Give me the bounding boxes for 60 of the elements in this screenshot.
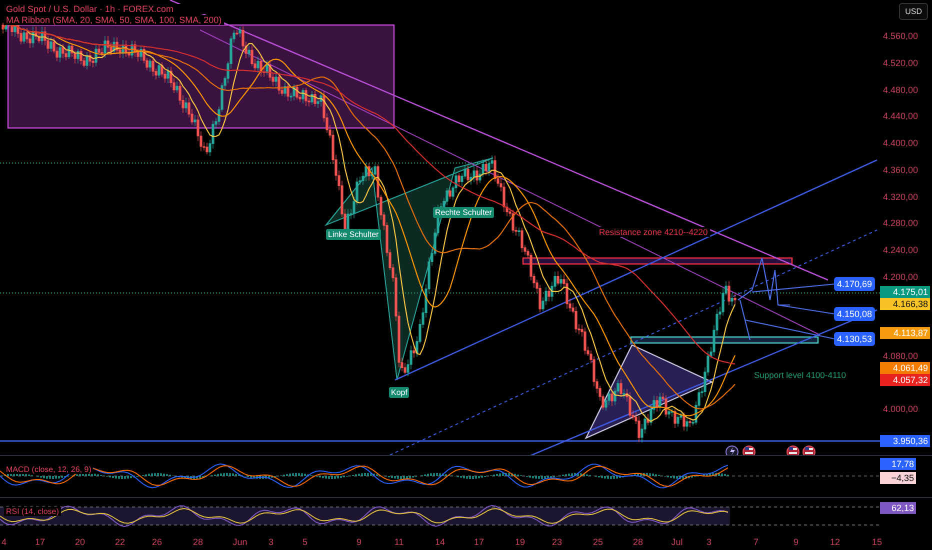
time-axis-label: 19	[515, 537, 525, 547]
macd-value-badge: 17,78	[880, 458, 916, 470]
price-axis-label: 4.280,00	[883, 218, 918, 228]
time-axis-label: 26	[152, 537, 162, 547]
time-axis-label: 23	[552, 537, 562, 547]
time-axis-label: 14	[435, 537, 445, 547]
time-axis-label: 22	[115, 537, 125, 547]
time-axis-label: 20	[75, 537, 85, 547]
price-badge: 3.950,36	[880, 435, 930, 447]
time-axis-label: Jun	[232, 537, 248, 547]
time-axis-label: 15	[872, 537, 882, 547]
time-axis-label: 28	[633, 537, 643, 547]
rsi-value-badge: 62,13	[880, 502, 916, 514]
price-target-label: 4.150,08	[834, 307, 876, 321]
price-axis-label: 4.520,00	[883, 58, 918, 68]
price-axis-label: 4.240,00	[883, 245, 918, 255]
time-axis-label: 25	[593, 537, 603, 547]
time-axis-label: Jul	[671, 537, 683, 547]
time-axis-label: 17	[35, 537, 45, 547]
chart-note: Resistance zone 4210--4220	[597, 227, 710, 237]
time-axis-label: 3	[706, 537, 712, 547]
price-badge: 4.175,01	[880, 286, 930, 298]
time-axis-label: 7	[754, 537, 758, 547]
macd-value-badge: −4,35	[880, 472, 916, 484]
time-axis-label: 9	[356, 537, 362, 547]
price-axis-label: 4.320,00	[883, 192, 918, 202]
indicator-legend: MA Ribbon (SMA, 20, SMA, 50, SMA, 100, SMA, 200)	[4, 15, 224, 25]
price-target-label: 4.170,69	[834, 277, 876, 291]
price-badge: 4.113,87	[880, 327, 930, 339]
price-axis-label: 4.200,00	[883, 272, 918, 282]
price-badge: 4.061,49	[880, 362, 930, 374]
price-axis-label: 4.440,00	[883, 111, 918, 121]
macd-label: MACD (close, 12, 26, 9)	[4, 465, 94, 474]
price-target-label: 4.130,53	[834, 332, 876, 346]
pattern-label: Rechte Schulter	[433, 207, 494, 218]
time-axis-label: 9	[794, 537, 798, 547]
time-axis-label: 4	[2, 537, 6, 547]
price-badge: 4.057,32	[880, 374, 930, 386]
lightning-icon[interactable]	[726, 446, 738, 455]
time-axis-label: 3	[268, 537, 274, 547]
flag-icon[interactable]	[802, 446, 816, 455]
pattern-label: Kopf	[389, 387, 410, 398]
pattern-label: Linke Schulter	[326, 229, 381, 240]
flag-icon[interactable]	[742, 446, 756, 455]
price-badge: 4.166,38	[880, 298, 930, 310]
price-axis-label: 4.400,00	[883, 138, 918, 148]
rsi-label: RSI (14, close)	[4, 507, 61, 516]
time-axis-label: 28	[193, 537, 203, 547]
price-axis-label: 4.360,00	[883, 165, 918, 175]
price-axis-label: 4.000,00	[883, 404, 918, 414]
time-axis-label: 11	[394, 537, 404, 547]
price-axis-label: 4.080,00	[883, 351, 918, 361]
time-axis-label: 5	[302, 537, 308, 547]
flag-icon[interactable]	[786, 446, 800, 455]
chart-note: Support level 4100-4110	[752, 370, 848, 380]
price-axis-label: 4.480,00	[883, 85, 918, 95]
price-axis-label: 4.560,00	[883, 31, 918, 41]
time-axis-label: 17	[474, 537, 484, 547]
currency-button[interactable]: USD	[899, 3, 928, 20]
time-axis-label: 12	[830, 537, 840, 547]
